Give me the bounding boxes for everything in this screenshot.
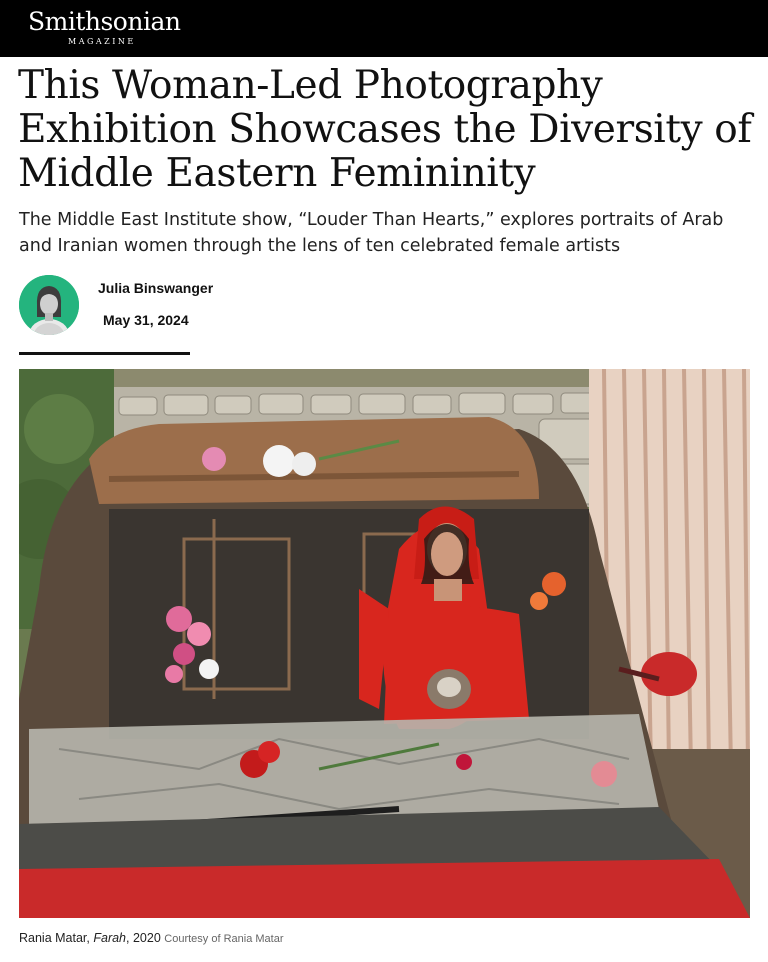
hero-image-illustration (19, 369, 750, 918)
author-avatar[interactable] (19, 275, 79, 335)
avatar-portrait (19, 275, 79, 335)
smithsonian-logo[interactable]: Smithsonian MAGAZINE (28, 7, 181, 47)
caption-year: , 2020 (126, 931, 161, 945)
photo-caption: Rania Matar, Farah, 2020 Courtesy of Ran… (19, 931, 283, 945)
hero-photograph (19, 369, 750, 918)
byline-divider (19, 352, 190, 355)
logo-wordmark: Smithsonian (28, 7, 181, 36)
caption-title: Farah (93, 931, 127, 945)
logo-subtitle: MAGAZINE (68, 37, 136, 46)
caption-artist: Rania Matar, (19, 931, 90, 945)
publish-date: May 31, 2024 (103, 312, 189, 328)
article-dek: The Middle East Institute show, “Louder … (19, 210, 724, 256)
caption-credit: Courtesy of Rania Matar (164, 933, 284, 945)
author-name-link[interactable]: Julia Binswanger (98, 280, 213, 296)
site-header: Smithsonian MAGAZINE (0, 0, 768, 57)
article-headline: This Woman-Led Photography Exhibition Sh… (18, 63, 752, 196)
